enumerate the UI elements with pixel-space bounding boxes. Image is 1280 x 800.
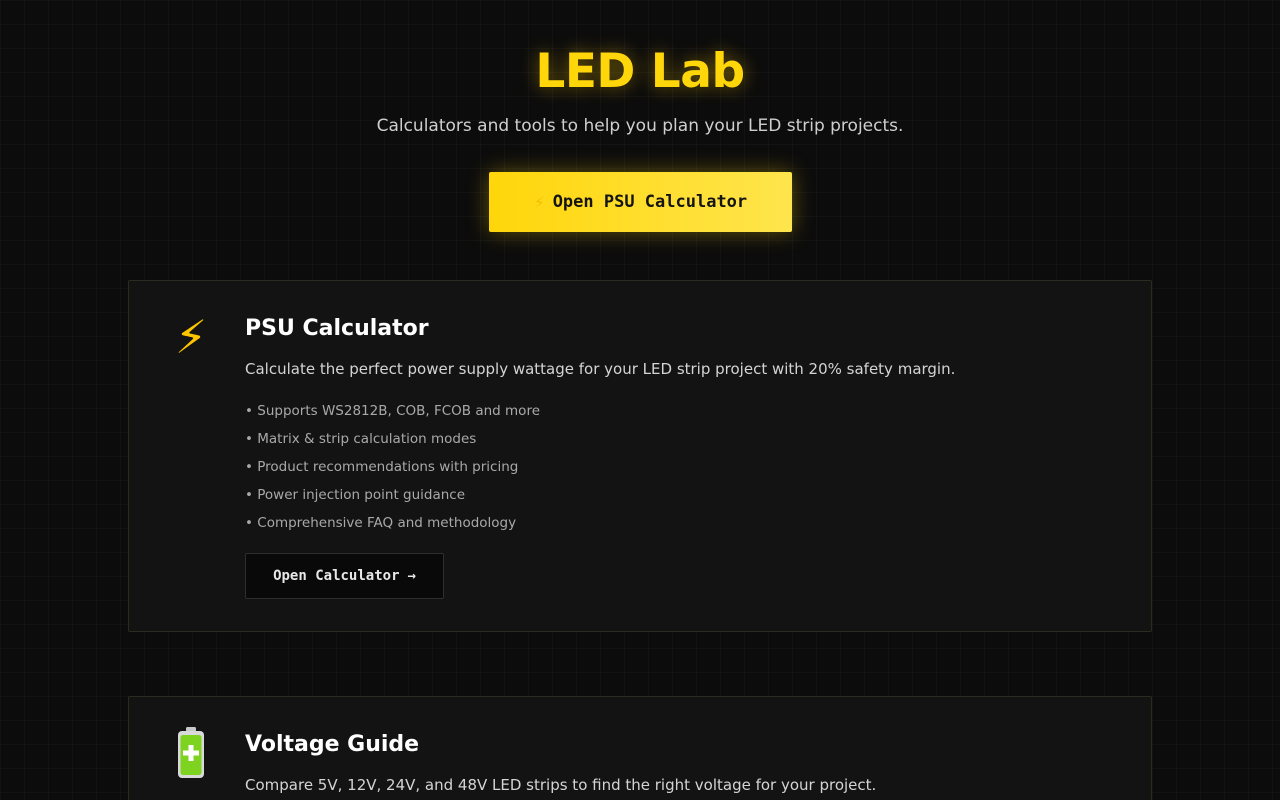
arrow-right-icon: → <box>407 568 416 584</box>
feature-item: Supports WS2812B, COB, FCOB and more <box>245 397 540 425</box>
card-description: Compare 5V, 12V, 24V, and 48V LED strips… <box>245 776 877 794</box>
feature-item: Product recommendations with pricing <box>245 453 540 481</box>
card-title: PSU Calculator <box>245 316 429 341</box>
open-calculator-button[interactable]: Open Calculator → <box>245 553 444 599</box>
card-title: Voltage Guide <box>245 732 420 757</box>
voltage-guide-card: Voltage Guide Compare 5V, 12V, 24V, and … <box>128 696 1152 800</box>
page-subtitle: Calculators and tools to help you plan y… <box>376 116 904 136</box>
feature-list: Supports WS2812B, COB, FCOB and more Mat… <box>245 397 540 537</box>
open-calculator-label: Open Calculator <box>273 568 400 584</box>
card-description: Calculate the perfect power supply watta… <box>245 360 956 378</box>
page-title: LED Lab <box>535 44 745 99</box>
cta-label: Open PSU Calculator <box>552 192 748 212</box>
feature-item: Power injection point guidance <box>245 481 540 509</box>
battery-icon <box>178 727 204 778</box>
lightning-bolt-icon: ⚡ <box>533 191 545 213</box>
feature-item: Matrix & strip calculation modes <box>245 425 540 453</box>
psu-calculator-card: ⚡ PSU Calculator Calculate the perfect p… <box>128 280 1152 632</box>
open-psu-calculator-button[interactable]: ⚡ Open PSU Calculator <box>489 172 792 232</box>
feature-item: Comprehensive FAQ and methodology <box>245 509 540 537</box>
lightning-bolt-icon: ⚡ <box>174 310 208 364</box>
